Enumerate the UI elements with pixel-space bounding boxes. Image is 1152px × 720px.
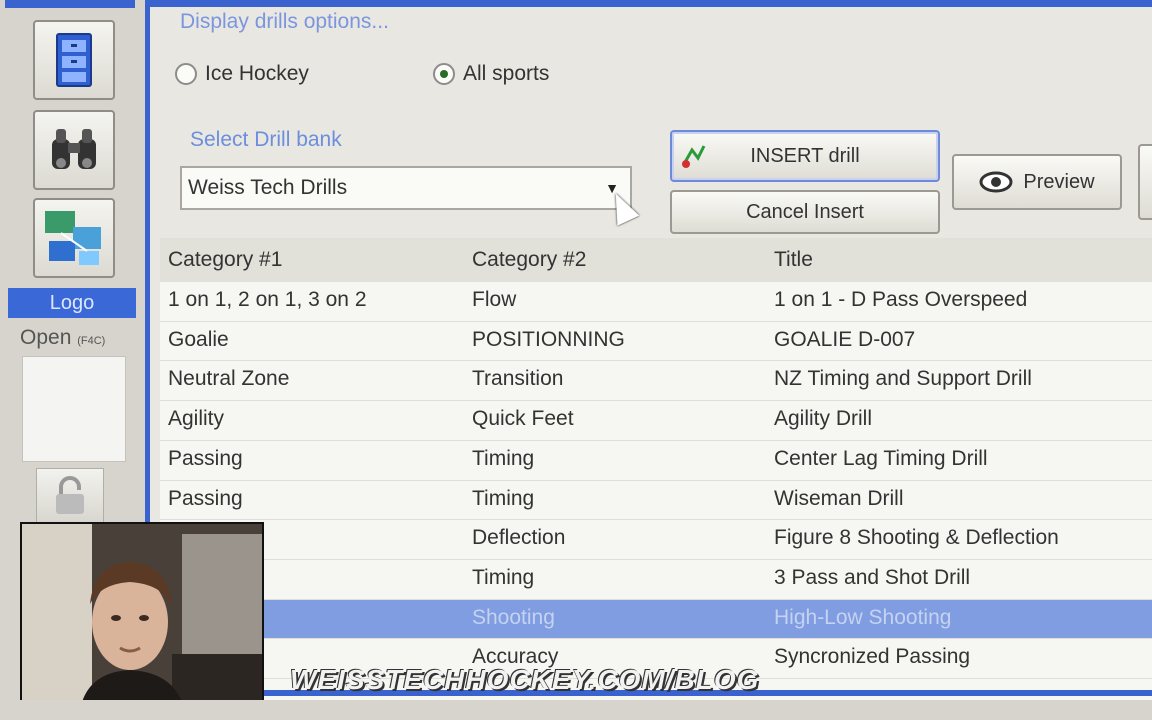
drill-bank-select[interactable]: Weiss Tech Drills ▼ <box>180 166 632 210</box>
table-row[interactable]: Shooting High-Low Shooting <box>160 599 1152 639</box>
webcam-overlay <box>20 522 264 704</box>
table-row[interactable]: Agility Quick Feet Agility Drill <box>160 401 1152 440</box>
eye-icon <box>979 171 1013 193</box>
insert-drill-icon <box>682 145 706 168</box>
binoculars-icon <box>52 129 96 169</box>
cell-category-1: Neutral Zone <box>168 367 290 391</box>
open-shortcut-text: (F4C) <box>77 335 106 347</box>
drill-bank-value: Weiss Tech Drills <box>188 176 348 199</box>
radio-all-sports-label: All sports <box>463 62 550 85</box>
cell-category-1: 1 on 1, 2 on 1, 3 on 2 <box>168 288 367 311</box>
cell-title: Center Lag Timing Drill <box>774 446 988 470</box>
column-header-category-1[interactable]: Category #1 <box>168 248 282 272</box>
cell-title: 3 Pass and Shot Drill <box>774 565 971 589</box>
insert-drill-button[interactable]: INSERT drill <box>670 130 940 182</box>
cell-category-1: Goalie <box>168 327 229 351</box>
next-toolbar-button[interactable] <box>1138 144 1152 220</box>
cell-category-2: Transition <box>472 367 564 391</box>
table-row[interactable]: 1 on 1, 2 on 1, 3 on 2 Flow 1 on 1 - D Pas… <box>160 282 1152 321</box>
drill-insert-panel: Display drills options... Ice Hockey All… <box>145 0 1152 720</box>
table-row[interactable]: Deflection Figure 8 Shooting & Deflection <box>160 520 1152 559</box>
radio-all-sports-circle[interactable] <box>433 63 455 85</box>
cell-title: Agility Drill <box>774 407 873 431</box>
cell-title: NZ Timing and Support Drill <box>774 367 1032 391</box>
radio-ice-hockey-label: Ice Hockey <box>205 62 309 85</box>
cell-category-2: Flow <box>472 288 517 311</box>
network-computers-icon <box>45 211 101 265</box>
cell-category-2: Timing <box>472 565 535 589</box>
cell-title: 1 on 1 - D Pass Overspeed <box>774 288 1028 311</box>
search-binoculars-button[interactable] <box>33 110 115 190</box>
preview-button[interactable]: Preview <box>952 154 1122 210</box>
column-header-category-2[interactable]: Category #2 <box>472 248 586 272</box>
file-cabinet-icon <box>56 33 92 87</box>
cell-category-1: Agility <box>168 407 225 431</box>
file-cabinet-button[interactable] <box>33 20 115 100</box>
preview-label: Preview <box>1023 170 1095 193</box>
open-label-text: Open <box>20 326 72 349</box>
cell-title: GOALIE D-007 <box>774 327 916 351</box>
radio-all-sports[interactable]: All sports <box>433 62 549 86</box>
cell-category-1: Passing <box>168 486 243 510</box>
left-toolbar-header <box>5 0 135 8</box>
logo-tab[interactable]: Logo <box>8 288 136 318</box>
cell-category-2: Deflection <box>472 526 566 550</box>
drill-grid: 1 on 1, 2 on 1, 3 on 2 Flow 1 on 1 - D Pas… <box>160 282 1152 720</box>
logo-preview-box <box>22 356 126 462</box>
table-row[interactable]: Goalie POSITIONNING GOALIE D-007 <box>160 322 1152 361</box>
insert-drill-label: INSERT drill <box>750 144 860 167</box>
table-row[interactable]: Neutral Zone Transition NZ Timing and Supp… <box>160 361 1152 400</box>
table-row[interactable]: Passing Timing Wiseman Drill <box>160 481 1152 520</box>
lock-icon <box>56 476 84 514</box>
cell-title: Syncronized Passing <box>774 645 971 669</box>
cancel-insert-button[interactable]: Cancel Insert <box>670 190 940 234</box>
lock-button[interactable] <box>36 468 104 524</box>
cell-category-2: POSITIONNING <box>472 327 625 351</box>
cell-category-1: Passing <box>168 446 243 470</box>
radio-ice-hockey[interactable]: Ice Hockey <box>175 62 309 86</box>
presenter-webcam-image <box>22 524 262 702</box>
cell-category-2: Quick Feet <box>472 407 574 431</box>
cancel-insert-label: Cancel Insert <box>746 200 864 223</box>
table-row[interactable]: Passing Timing Center Lag Timing Drill <box>160 441 1152 480</box>
cell-category-2: Timing <box>472 446 535 470</box>
drill-bank-label: Select Drill bank <box>190 128 342 151</box>
cell-category-2: Timing <box>472 486 535 510</box>
column-header-title[interactable]: Title <box>774 248 813 272</box>
cell-title: Figure 8 Shooting & Deflection <box>774 526 1059 550</box>
panel-top-border <box>150 0 1152 7</box>
site-watermark: WEISSTECHHOCKEY.COM/BLOG <box>290 664 760 695</box>
drill-grid-header: Category #1 Category #2 Title <box>160 238 1152 283</box>
radio-ice-hockey-circle[interactable] <box>175 63 197 85</box>
cell-title: Wiseman Drill <box>774 486 904 510</box>
table-row[interactable]: Timing 3 Pass and Shot Drill <box>160 560 1152 599</box>
cell-title: High-Low Shooting <box>774 605 952 629</box>
open-logo-label[interactable]: Open (F4C) <box>20 326 105 350</box>
network-button[interactable] <box>33 198 115 278</box>
cell-category-2: Shooting <box>472 605 555 629</box>
status-strip <box>0 700 1152 720</box>
display-options-title: Display drills options... <box>180 10 389 33</box>
